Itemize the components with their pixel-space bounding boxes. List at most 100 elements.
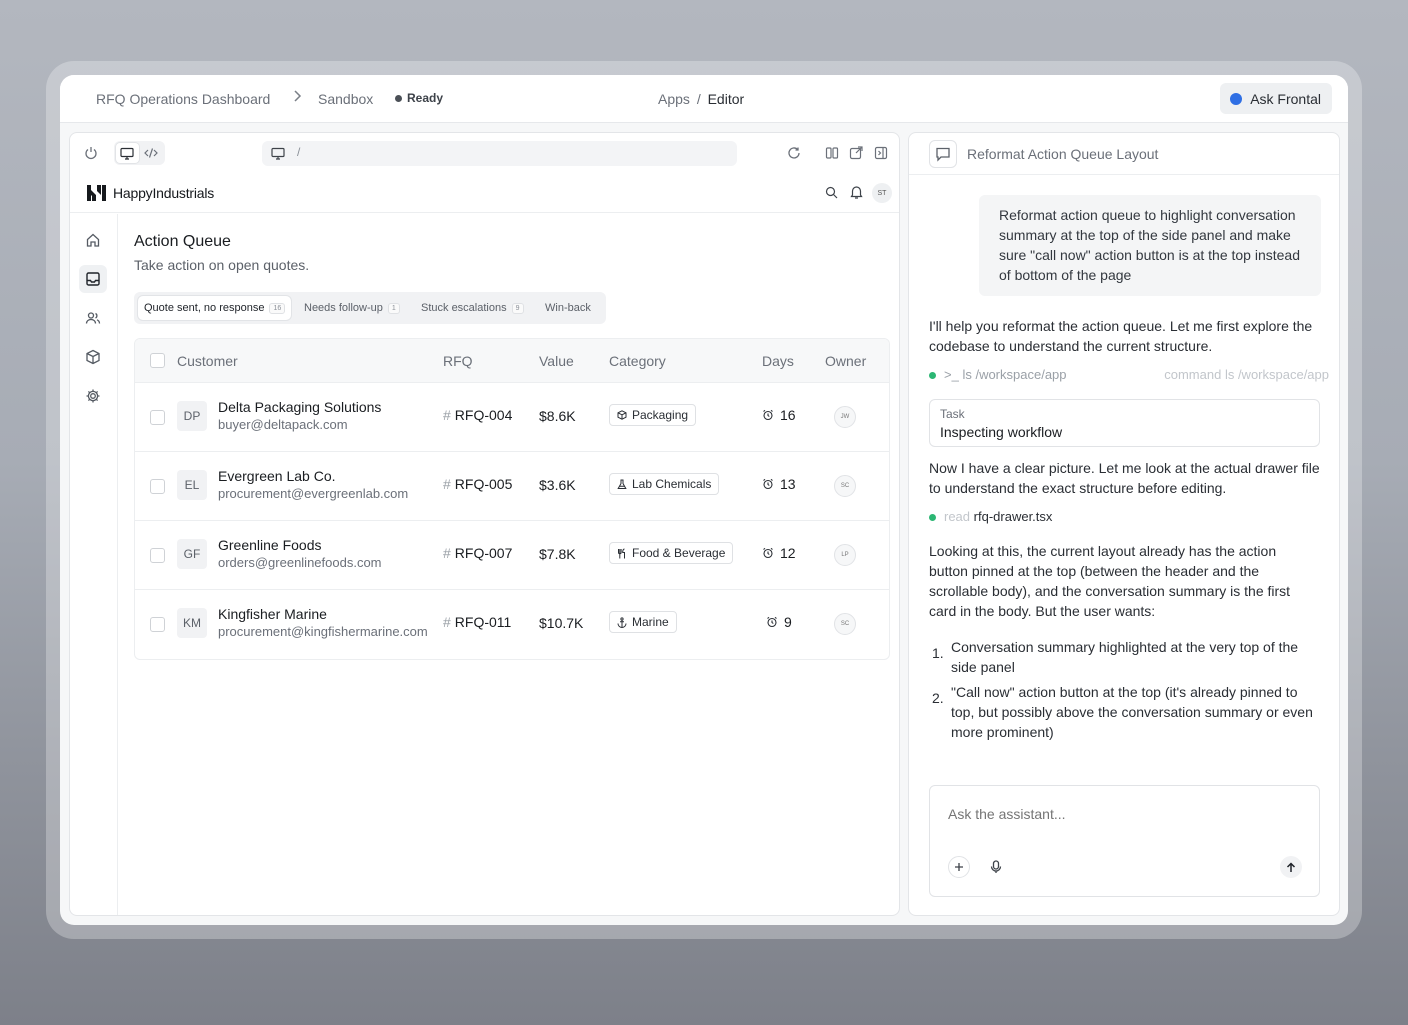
status-dot-icon — [929, 372, 936, 380]
preview-toolbar: / — [70, 133, 899, 173]
hash-icon: # — [443, 545, 451, 561]
task-value: Inspecting workflow — [940, 424, 1063, 440]
status-dot — [395, 95, 402, 102]
tab-win-back[interactable]: Win-back — [539, 296, 597, 320]
breadcrumb-sandbox[interactable]: Sandbox — [318, 91, 373, 107]
arrow-up-icon — [1286, 861, 1296, 872]
breadcrumb-project[interactable]: RFQ Operations Dashboard — [96, 91, 270, 107]
bell-icon[interactable] — [849, 185, 863, 199]
chat-bubble-icon[interactable] — [929, 140, 957, 168]
assistant-message: Looking at this, the current layout alre… — [929, 543, 1291, 619]
happyindustrials-logo[interactable] — [86, 184, 108, 207]
column-owner[interactable]: Owner — [825, 353, 866, 369]
read-verb: read — [944, 509, 971, 524]
queue-tabs: Quote sent, no response 16 Needs follow-… — [134, 292, 606, 324]
list-item: 1. Conversation summary highlighted at t… — [932, 639, 1299, 675]
owner-avatar[interactable]: JW — [834, 406, 856, 428]
tab-stuck-escalations[interactable]: Stuck escalations 9 — [415, 296, 530, 320]
column-rfq[interactable]: RFQ — [443, 353, 473, 369]
category-badge: Food & Beverage — [609, 542, 734, 564]
alarm-clock-icon — [763, 409, 773, 421]
days-open: 9 — [766, 614, 792, 630]
column-category[interactable]: Category — [609, 353, 666, 369]
desktop-view-icon[interactable] — [120, 146, 134, 160]
customer-email: procurement@kingfishermarine.com — [218, 624, 428, 639]
nav-inbox[interactable] — [79, 265, 107, 293]
list-item: 2. "Call now" action button at the top (… — [932, 684, 1313, 740]
status-dot-icon — [929, 514, 936, 522]
row-checkbox[interactable] — [150, 617, 165, 632]
apps-breadcrumb: Apps / Editor — [658, 91, 744, 107]
add-attachment-button[interactable] — [948, 856, 970, 878]
customer-name[interactable]: Kingfisher Marine — [218, 606, 327, 622]
table-row[interactable]: EL Evergreen Lab Co. procurement@evergre… — [135, 452, 889, 521]
apps-link[interactable]: Apps — [658, 91, 690, 107]
inbox-icon — [86, 272, 100, 286]
send-button[interactable] — [1280, 856, 1302, 878]
users-icon — [85, 312, 101, 324]
microphone-button[interactable] — [985, 856, 1007, 878]
nav-products[interactable] — [79, 343, 107, 371]
ask-frontal-button[interactable]: Ask Frontal — [1220, 83, 1332, 114]
table-row[interactable]: GF Greenline Foods orders@greenlinefoods… — [135, 521, 889, 590]
customer-name[interactable]: Evergreen Lab Co. — [218, 468, 336, 484]
table-row[interactable]: KM Kingfisher Marine procurement@kingfis… — [135, 590, 889, 659]
view-toggle — [114, 141, 165, 165]
gear-icon — [86, 389, 100, 403]
nav-settings[interactable] — [79, 382, 107, 410]
nav-home[interactable] — [79, 226, 107, 254]
quote-value: $8.6K — [539, 408, 576, 424]
status-badge: Ready — [407, 91, 444, 105]
microphone-icon — [990, 860, 1002, 873]
tab-no-response[interactable]: Quote sent, no response 16 — [138, 296, 292, 320]
refresh-icon[interactable] — [786, 145, 802, 161]
url-bar[interactable]: / — [262, 141, 737, 166]
table-row[interactable]: DP Delta Packaging Solutions buyer@delta… — [135, 383, 889, 452]
hash-icon: # — [443, 614, 451, 630]
command-detail: command ls /workspace/app — [1164, 367, 1329, 382]
search-icon[interactable] — [824, 185, 838, 199]
customer-name[interactable]: Delta Packaging Solutions — [218, 399, 381, 415]
row-checkbox[interactable] — [150, 548, 165, 563]
chat-input[interactable] — [948, 806, 1288, 822]
split-view-icon[interactable] — [824, 145, 840, 161]
customer-initials: KM — [177, 608, 207, 638]
panel-icon[interactable] — [873, 145, 889, 161]
owner-avatar[interactable]: SC — [834, 475, 856, 497]
command-text: ls /workspace/app — [962, 367, 1067, 382]
chat-composer — [929, 785, 1320, 897]
customer-email: orders@greenlinefoods.com — [218, 555, 382, 570]
top-bar: RFQ Operations Dashboard Sandbox Ready A… — [60, 75, 1348, 123]
tab-count: 1 — [387, 302, 400, 314]
tab-needs-follow-up[interactable]: Needs follow-up 1 — [298, 296, 406, 320]
alarm-clock-icon — [763, 478, 773, 490]
select-all-checkbox[interactable] — [150, 353, 165, 368]
home-icon — [86, 233, 100, 247]
page-title: Action Queue — [134, 233, 231, 250]
row-checkbox[interactable] — [150, 410, 165, 425]
column-days[interactable]: Days — [762, 353, 794, 369]
file-name[interactable]: rfq-drawer.tsx — [974, 509, 1053, 524]
user-message: Reformat action queue to highlight conve… — [979, 195, 1321, 296]
brand-name: HappyIndustrials — [113, 185, 215, 201]
external-link-icon[interactable] — [848, 145, 864, 161]
rfq-id: # RFQ-004 — [443, 407, 513, 423]
column-customer[interactable]: Customer — [177, 353, 238, 369]
code-view-icon[interactable] — [144, 146, 158, 160]
tab-count: 16 — [269, 302, 286, 314]
tab-count: 9 — [511, 302, 524, 314]
chat-header: Reformat Action Queue Layout — [909, 133, 1339, 175]
power-icon[interactable] — [83, 145, 99, 161]
user-avatar[interactable]: ST — [872, 183, 892, 203]
owner-avatar[interactable]: LP — [834, 544, 856, 566]
nav-users[interactable] — [79, 304, 107, 332]
row-checkbox[interactable] — [150, 479, 165, 494]
category-badge: Packaging — [609, 404, 697, 426]
assistant-message: I'll help you reformat the action queue.… — [929, 318, 1313, 354]
action-queue-table: Customer RFQ Value Category Days Owner D… — [134, 338, 890, 660]
column-value[interactable]: Value — [539, 353, 574, 369]
owner-avatar[interactable]: SC — [834, 613, 856, 635]
url-text: / — [297, 145, 301, 159]
rfq-id: # RFQ-007 — [443, 545, 513, 561]
customer-name[interactable]: Greenline Foods — [218, 537, 322, 553]
